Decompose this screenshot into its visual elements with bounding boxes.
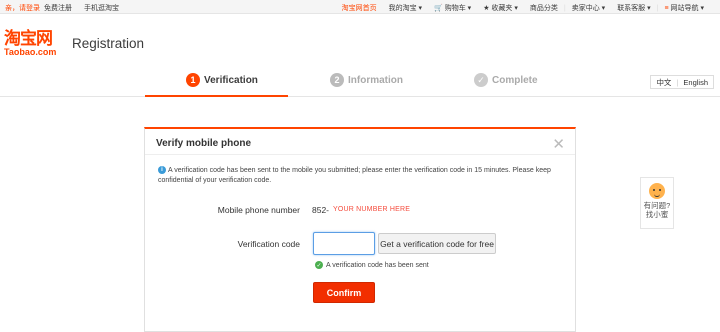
- notice-text: A verification code has been sent to the…: [158, 167, 551, 184]
- phone-prefix: 852-: [312, 205, 330, 215]
- my-taobao-link[interactable]: 我的淘宝 ▾: [383, 3, 428, 13]
- language-switcher: 中文 | English: [650, 75, 714, 89]
- verification-notice: iA verification code has been sent to th…: [158, 166, 568, 186]
- code-label: Verification code: [237, 239, 300, 249]
- confirm-button[interactable]: Confirm: [313, 282, 375, 303]
- cart-icon: 🛒: [434, 5, 443, 12]
- login-link[interactable]: 亲，请登录: [5, 3, 40, 13]
- mobile-taobao-link[interactable]: 手机逛淘宝: [84, 3, 119, 13]
- favorites-link[interactable]: ★ 收藏夹 ▾: [477, 3, 524, 13]
- step-number: 1: [186, 73, 200, 87]
- site-nav-label: 网站导航: [670, 5, 699, 12]
- step-label: Information: [348, 74, 403, 86]
- get-code-button[interactable]: Get a verification code for free: [378, 233, 496, 254]
- code-sent-message: ✓ A verification code has been sent: [315, 261, 429, 269]
- site-nav-link[interactable]: ≡ 网站导航 ▾: [658, 3, 710, 13]
- step-complete: ✓ Complete: [474, 73, 538, 87]
- top-bar: 亲，请登录 免费注册 手机逛淘宝 淘宝网首页 我的淘宝 ▾ 🛒 购物车 ▾ ★ …: [0, 0, 720, 14]
- seller-center-label: 卖家中心: [571, 5, 600, 12]
- categories-link[interactable]: 商品分类: [524, 3, 564, 13]
- menu-icon: ≡: [664, 5, 669, 12]
- favorites-label: 收藏夹: [491, 5, 513, 12]
- cart-label: 购物车: [444, 5, 466, 12]
- help-line-2: 找小蜜: [645, 210, 669, 219]
- register-link[interactable]: 免费注册: [44, 3, 72, 13]
- active-step-indicator: [145, 95, 288, 97]
- step-number: 2: [330, 73, 344, 87]
- step-label: Verification: [204, 74, 258, 86]
- taobao-logo[interactable]: 淘宝网 Taobao.com: [4, 30, 68, 57]
- home-link[interactable]: 淘宝网首页: [336, 3, 383, 13]
- step-label: Complete: [492, 74, 538, 86]
- lang-english[interactable]: English: [678, 78, 713, 87]
- phone-number: YOUR NUMBER HERE: [333, 206, 411, 213]
- close-icon[interactable]: ✕: [552, 137, 565, 152]
- dialog-header: Verify mobile phone ✕: [145, 129, 575, 155]
- star-icon: ★: [483, 5, 490, 12]
- my-taobao-label: 我的淘宝: [388, 5, 417, 12]
- phone-label: Mobile phone number: [217, 205, 300, 215]
- contact-label: 联系客服: [617, 5, 646, 12]
- assistant-avatar-icon: [649, 183, 665, 199]
- logo-en-text: Taobao.com: [4, 47, 57, 57]
- contact-link[interactable]: 联系客服 ▾: [611, 3, 656, 13]
- check-icon: ✓: [474, 73, 488, 87]
- step-verification: 1 Verification: [186, 73, 258, 87]
- help-widget[interactable]: 有问题? 找小蜜: [640, 177, 674, 229]
- registration-steps: 1 Verification 2 Information ✓ Complete: [0, 70, 720, 98]
- help-line-1: 有问题?: [643, 201, 671, 210]
- logo-cn-text: 淘宝网: [4, 29, 53, 49]
- verification-code-input[interactable]: [313, 232, 375, 255]
- cart-link[interactable]: 🛒 购物车 ▾: [428, 3, 477, 13]
- verify-phone-dialog: Verify mobile phone ✕ iA verification co…: [144, 127, 576, 332]
- lang-chinese[interactable]: 中文: [651, 77, 676, 88]
- success-check-icon: ✓: [315, 261, 323, 269]
- seller-center-link[interactable]: 卖家中心 ▾: [566, 3, 611, 13]
- sent-text: A verification code has been sent: [326, 261, 429, 269]
- page-title: Registration: [72, 36, 145, 51]
- dialog-title: Verify mobile phone: [156, 138, 252, 149]
- info-icon: i: [158, 166, 166, 175]
- step-information: 2 Information: [330, 73, 403, 87]
- steps-divider: [0, 96, 720, 97]
